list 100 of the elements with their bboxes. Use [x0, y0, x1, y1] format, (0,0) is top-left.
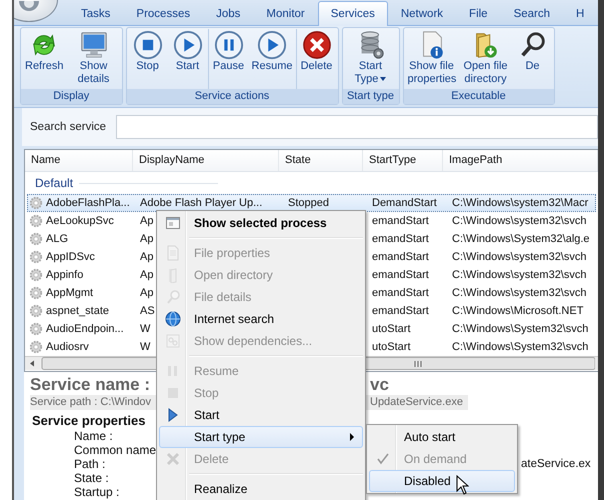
column-header[interactable]: Name	[25, 150, 133, 171]
table-cell-text: emandStart	[371, 305, 429, 317]
service-path: Service path : C:\Windov	[30, 395, 152, 410]
table-cell-text: W	[139, 323, 150, 335]
group-title: Display	[21, 89, 122, 104]
ribbon-tab[interactable]: Processes	[123, 2, 204, 25]
table-cell-text: C:\Windows\system32\svch	[451, 251, 586, 263]
table-cell-text: Ap	[139, 233, 154, 245]
table-cell-text: Ap	[139, 287, 154, 299]
ribbon-button[interactable]: Delete	[296, 29, 336, 89]
ribbon-tab[interactable]: Network	[388, 2, 456, 25]
table-cell: AeLookupSvc	[46, 215, 114, 227]
table-cell: AdobeFlashPla...	[46, 197, 130, 209]
ribbon-button[interactable]: Start Type	[344, 29, 398, 89]
menu-item[interactable]: Start	[159, 404, 363, 426]
table-cell-text: W	[139, 341, 150, 353]
ribbon-button[interactable]: Start	[168, 29, 208, 89]
service-path: UpdateService.exe	[370, 395, 463, 410]
monitor-icon	[78, 30, 109, 60]
table-cell-text: emandStart	[371, 287, 429, 299]
table-cell-text: AS	[139, 305, 155, 317]
column-header[interactable]: DisplayName	[133, 150, 279, 171]
table-cell-text: emandStart	[371, 251, 429, 263]
ribbon-button[interactable]: Open file directory	[458, 29, 512, 89]
search-label: Search service	[30, 121, 106, 133]
property-label: State :	[74, 471, 109, 485]
ribbon-button[interactable]: Refresh	[22, 29, 67, 89]
table-cell-text: C:\Windows\Microsoft.NET	[451, 305, 584, 317]
table-cell-text: C:\Windows\System32\svch	[451, 341, 588, 353]
service-name: vc	[370, 375, 389, 395]
table-cell: ALG	[46, 233, 68, 245]
group-title: Service actions	[126, 89, 338, 104]
column-header[interactable]: StartType	[363, 150, 443, 171]
table-cell: Audiosrv	[46, 341, 89, 353]
window-icon	[165, 215, 181, 231]
search-field[interactable]	[116, 115, 598, 139]
ribbon-button[interactable]: Resume	[248, 29, 296, 89]
table-cell: AppIDSvc	[46, 251, 95, 263]
menu-item[interactable]: Reanalize	[159, 478, 363, 500]
delete-icon	[302, 30, 332, 60]
table-cell-text: Ap	[139, 251, 154, 263]
ribbon-button[interactable]: Pause	[208, 29, 249, 89]
menu-item[interactable]: Disabled	[369, 470, 515, 492]
table-cell-text: Stopped	[287, 197, 329, 209]
column-header[interactable]: ImagePath	[443, 150, 598, 171]
ribbon-button[interactable]: Stop	[128, 29, 168, 89]
menu-item[interactable]: Start type	[159, 426, 363, 448]
menu-item[interactable]: Internet search	[159, 308, 363, 330]
table-cell-text: C:\Windows\system32\svch	[451, 215, 586, 227]
cursor-icon	[456, 475, 469, 495]
section-title: Service properties	[32, 413, 146, 429]
play-icon	[257, 30, 288, 60]
table-cell-text: DemandStart	[371, 197, 437, 209]
menu-item[interactable]: Auto start	[369, 426, 515, 448]
property-value: ateService.ex	[521, 457, 591, 471]
table-cell-text: utoStart	[371, 341, 411, 353]
play-icon	[172, 30, 203, 60]
table-cell-text: Ap	[139, 269, 154, 281]
table-cell: Appinfo	[46, 269, 84, 281]
property-label: Common name	[74, 443, 156, 457]
table-cell-text: C:\Windows\System32\alg.e	[451, 233, 590, 245]
ribbon-button[interactable]: Show file properties	[404, 29, 458, 89]
table-cell: aspnet_state	[46, 305, 109, 317]
ribbon-tab[interactable]: Monitor	[253, 2, 318, 25]
column-header[interactable]: State	[279, 150, 363, 171]
page-icon	[165, 245, 181, 261]
table-cell-text: C:\Windows\System32\svch	[451, 323, 588, 335]
table-cell-text: emandStart	[371, 215, 429, 227]
table-cell-text: Ap	[139, 215, 154, 227]
ribbon-button[interactable]: De	[512, 29, 552, 89]
selected-row[interactable]: AdobeFlashPla... Adobe Flash Player Up... Stopped DemandStart C:\Windows\system32\Macr	[27, 194, 596, 212]
ribbon-tab[interactable]: File	[456, 2, 501, 25]
ribbon-tab[interactable]: H	[563, 2, 598, 25]
ribbon-button[interactable]: Show details	[66, 29, 121, 89]
table-cell-text: C:\Windows\system32\Macr	[451, 197, 588, 209]
ribbon-tab[interactable]: Jobs	[203, 2, 254, 25]
property-label: Name :	[74, 429, 113, 443]
table-cell-text: C:\Windows\system32\svch	[451, 269, 586, 281]
table-cell-text: Adobe Flash Player Up...	[139, 197, 262, 209]
service-name-label: Service name :	[30, 375, 150, 395]
property-label: Startup :	[74, 485, 120, 499]
ribbon-tab[interactable]: Services	[318, 1, 388, 26]
table-cell-text: emandStart	[371, 233, 429, 245]
table-cell: AppMgmt	[46, 287, 94, 299]
table-cell-text: C:\Windows\system32\svch	[451, 287, 586, 299]
menu-item[interactable]: Show selected process	[159, 212, 363, 234]
pause-icon	[214, 30, 244, 60]
ribbon-tab[interactable]: Search	[500, 2, 564, 25]
globe-icon	[165, 311, 181, 327]
group-title: Start type	[342, 89, 398, 104]
table-cell-text: utoStart	[371, 323, 411, 335]
cross-icon	[165, 451, 181, 467]
table-cell: AudioEndpoin...	[46, 323, 124, 335]
stop-icon	[132, 30, 163, 60]
table-cell-text: emandStart	[371, 269, 429, 281]
magnifier-icon	[165, 289, 181, 305]
ribbon-tab[interactable]: Tasks	[68, 2, 124, 25]
dependencies-icon	[165, 333, 181, 349]
group-title: Executable	[404, 89, 554, 104]
property-label: Path :	[74, 457, 106, 471]
